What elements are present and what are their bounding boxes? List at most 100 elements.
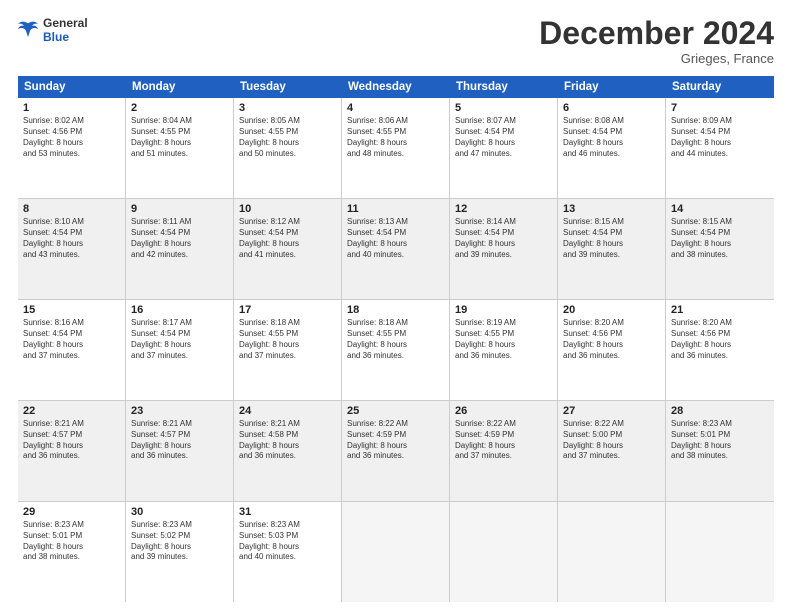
cal-cell-empty <box>450 502 558 602</box>
cell-text-26: Sunrise: 8:22 AMSunset: 4:59 PMDaylight:… <box>455 419 552 462</box>
header-day-monday: Monday <box>126 76 234 98</box>
cal-cell-day-13: 13 Sunrise: 8:15 AMSunset: 4:54 PMDayligh… <box>558 199 666 299</box>
day-number-13: 13 <box>563 203 660 215</box>
cal-cell-day-10: 10 Sunrise: 8:12 AMSunset: 4:54 PMDayligh… <box>234 199 342 299</box>
cell-text-25: Sunrise: 8:22 AMSunset: 4:59 PMDaylight:… <box>347 419 444 462</box>
day-number-9: 9 <box>131 203 228 215</box>
day-number-2: 2 <box>131 102 228 114</box>
cell-text-3: Sunrise: 8:05 AMSunset: 4:55 PMDaylight:… <box>239 116 336 159</box>
day-number-11: 11 <box>347 203 444 215</box>
day-number-8: 8 <box>23 203 120 215</box>
cal-cell-day-8: 8 Sunrise: 8:10 AMSunset: 4:54 PMDaylight… <box>18 199 126 299</box>
cal-week-4: 22 Sunrise: 8:21 AMSunset: 4:57 PMDayligh… <box>18 401 774 502</box>
day-number-29: 29 <box>23 506 120 518</box>
cal-cell-day-5: 5Sunrise: 8:07 AMSunset: 4:54 PMDaylight… <box>450 98 558 198</box>
cal-week-3: 15 Sunrise: 8:16 AMSunset: 4:54 PMDayligh… <box>18 300 774 401</box>
cal-cell-day-18: 18Sunrise: 8:18 AMSunset: 4:55 PMDayligh… <box>342 300 450 400</box>
cell-text-6: Sunrise: 8:08 AMSunset: 4:54 PMDaylight:… <box>563 116 660 159</box>
cell-text-30: Sunrise: 8:23 AMSunset: 5:02 PMDaylight:… <box>131 520 228 563</box>
cell-text-29: Sunrise: 8:23 AMSunset: 5:01 PMDaylight:… <box>23 520 120 563</box>
cal-cell-day-20: 20Sunrise: 8:20 AMSunset: 4:56 PMDayligh… <box>558 300 666 400</box>
day-number-22: 22 <box>23 405 120 417</box>
cal-cell-day-31: 31Sunrise: 8:23 AMSunset: 5:03 PMDayligh… <box>234 502 342 602</box>
day-number-3: 3 <box>239 102 336 114</box>
cal-cell-day-29: 29 Sunrise: 8:23 AMSunset: 5:01 PMDayligh… <box>18 502 126 602</box>
cell-text-11: Sunrise: 8:13 AMSunset: 4:54 PMDaylight:… <box>347 217 444 260</box>
cal-cell-day-30: 30 Sunrise: 8:23 AMSunset: 5:02 PMDayligh… <box>126 502 234 602</box>
day-number-23: 23 <box>131 405 228 417</box>
cell-text-4: Sunrise: 8:06 AMSunset: 4:55 PMDaylight:… <box>347 116 444 159</box>
day-number-26: 26 <box>455 405 552 417</box>
day-number-27: 27 <box>563 405 660 417</box>
cal-cell-day-15: 15 Sunrise: 8:16 AMSunset: 4:54 PMDayligh… <box>18 300 126 400</box>
calendar: SundayMondayTuesdayWednesdayThursdayFrid… <box>18 76 774 602</box>
day-number-24: 24 <box>239 405 336 417</box>
day-number-12: 12 <box>455 203 552 215</box>
cal-week-5: 29 Sunrise: 8:23 AMSunset: 5:01 PMDayligh… <box>18 502 774 602</box>
cell-text-15: Sunrise: 8:16 AMSunset: 4:54 PMDaylight:… <box>23 318 120 361</box>
day-number-15: 15 <box>23 304 120 316</box>
calendar-body: 1Sunrise: 8:02 AMSunset: 4:56 PMDaylight… <box>18 98 774 602</box>
day-number-19: 19 <box>455 304 552 316</box>
cal-cell-empty <box>558 502 666 602</box>
cell-text-20: Sunrise: 8:20 AMSunset: 4:56 PMDaylight:… <box>563 318 660 361</box>
cell-text-18: Sunrise: 8:18 AMSunset: 4:55 PMDaylight:… <box>347 318 444 361</box>
title-block: December 2024 Grieges, France <box>539 16 774 66</box>
cal-cell-day-28: 28 Sunrise: 8:23 AMSunset: 5:01 PMDayligh… <box>666 401 774 501</box>
cal-cell-day-14: 14Sunrise: 8:15 AMSunset: 4:54 PMDayligh… <box>666 199 774 299</box>
header-day-thursday: Thursday <box>450 76 558 98</box>
cal-week-1: 1Sunrise: 8:02 AMSunset: 4:56 PMDaylight… <box>18 98 774 199</box>
cal-cell-day-23: 23 Sunrise: 8:21 AMSunset: 4:57 PMDayligh… <box>126 401 234 501</box>
cal-cell-day-6: 6 Sunrise: 8:08 AMSunset: 4:54 PMDaylight… <box>558 98 666 198</box>
cal-cell-day-3: 3 Sunrise: 8:05 AMSunset: 4:55 PMDaylight… <box>234 98 342 198</box>
cell-text-24: Sunrise: 8:21 AMSunset: 4:58 PMDaylight:… <box>239 419 336 462</box>
cal-cell-day-9: 9 Sunrise: 8:11 AMSunset: 4:54 PMDaylight… <box>126 199 234 299</box>
month-title: December 2024 <box>539 16 774 51</box>
cell-text-21: Sunrise: 8:20 AMSunset: 4:56 PMDaylight:… <box>671 318 769 361</box>
day-number-25: 25 <box>347 405 444 417</box>
cell-text-23: Sunrise: 8:21 AMSunset: 4:57 PMDaylight:… <box>131 419 228 462</box>
day-number-6: 6 <box>563 102 660 114</box>
day-number-4: 4 <box>347 102 444 114</box>
header-day-wednesday: Wednesday <box>342 76 450 98</box>
day-number-1: 1 <box>23 102 120 114</box>
cell-text-28: Sunrise: 8:23 AMSunset: 5:01 PMDaylight:… <box>671 419 769 462</box>
header: General Blue December 2024 Grieges, Fran… <box>18 16 774 66</box>
day-number-28: 28 <box>671 405 769 417</box>
cal-cell-day-27: 27Sunrise: 8:22 AMSunset: 5:00 PMDayligh… <box>558 401 666 501</box>
cal-cell-day-12: 12 Sunrise: 8:14 AMSunset: 4:54 PMDayligh… <box>450 199 558 299</box>
cal-cell-day-19: 19 Sunrise: 8:19 AMSunset: 4:55 PMDayligh… <box>450 300 558 400</box>
cal-cell-day-26: 26 Sunrise: 8:22 AMSunset: 4:59 PMDayligh… <box>450 401 558 501</box>
cell-text-12: Sunrise: 8:14 AMSunset: 4:54 PMDaylight:… <box>455 217 552 260</box>
cal-cell-day-17: 17Sunrise: 8:18 AMSunset: 4:55 PMDayligh… <box>234 300 342 400</box>
cell-text-13: Sunrise: 8:15 AMSunset: 4:54 PMDaylight:… <box>563 217 660 260</box>
day-number-7: 7 <box>671 102 769 114</box>
cell-text-7: Sunrise: 8:09 AMSunset: 4:54 PMDaylight:… <box>671 116 769 159</box>
day-number-30: 30 <box>131 506 228 518</box>
cell-text-9: Sunrise: 8:11 AMSunset: 4:54 PMDaylight:… <box>131 217 228 260</box>
header-day-tuesday: Tuesday <box>234 76 342 98</box>
day-number-21: 21 <box>671 304 769 316</box>
day-number-10: 10 <box>239 203 336 215</box>
day-number-16: 16 <box>131 304 228 316</box>
cell-text-19: Sunrise: 8:19 AMSunset: 4:55 PMDaylight:… <box>455 318 552 361</box>
logo: General Blue <box>18 16 88 45</box>
day-number-5: 5 <box>455 102 552 114</box>
cell-text-8: Sunrise: 8:10 AMSunset: 4:54 PMDaylight:… <box>23 217 120 260</box>
cal-cell-day-25: 25 Sunrise: 8:22 AMSunset: 4:59 PMDayligh… <box>342 401 450 501</box>
cal-cell-day-21: 21 Sunrise: 8:20 AMSunset: 4:56 PMDayligh… <box>666 300 774 400</box>
cell-text-22: Sunrise: 8:21 AMSunset: 4:57 PMDaylight:… <box>23 419 120 462</box>
cal-cell-day-2: 2Sunrise: 8:04 AMSunset: 4:55 PMDaylight… <box>126 98 234 198</box>
cal-cell-day-7: 7 Sunrise: 8:09 AMSunset: 4:54 PMDaylight… <box>666 98 774 198</box>
header-day-friday: Friday <box>558 76 666 98</box>
cell-text-10: Sunrise: 8:12 AMSunset: 4:54 PMDaylight:… <box>239 217 336 260</box>
cal-cell-day-16: 16Sunrise: 8:17 AMSunset: 4:54 PMDayligh… <box>126 300 234 400</box>
cal-cell-day-22: 22 Sunrise: 8:21 AMSunset: 4:57 PMDayligh… <box>18 401 126 501</box>
cal-week-2: 8 Sunrise: 8:10 AMSunset: 4:54 PMDaylight… <box>18 199 774 300</box>
cell-text-17: Sunrise: 8:18 AMSunset: 4:55 PMDaylight:… <box>239 318 336 361</box>
cal-cell-empty <box>666 502 774 602</box>
page: General Blue December 2024 Grieges, Fran… <box>0 0 792 612</box>
cal-cell-day-4: 4 Sunrise: 8:06 AMSunset: 4:55 PMDaylight… <box>342 98 450 198</box>
day-number-31: 31 <box>239 506 336 518</box>
logo-container: General Blue <box>18 16 88 45</box>
